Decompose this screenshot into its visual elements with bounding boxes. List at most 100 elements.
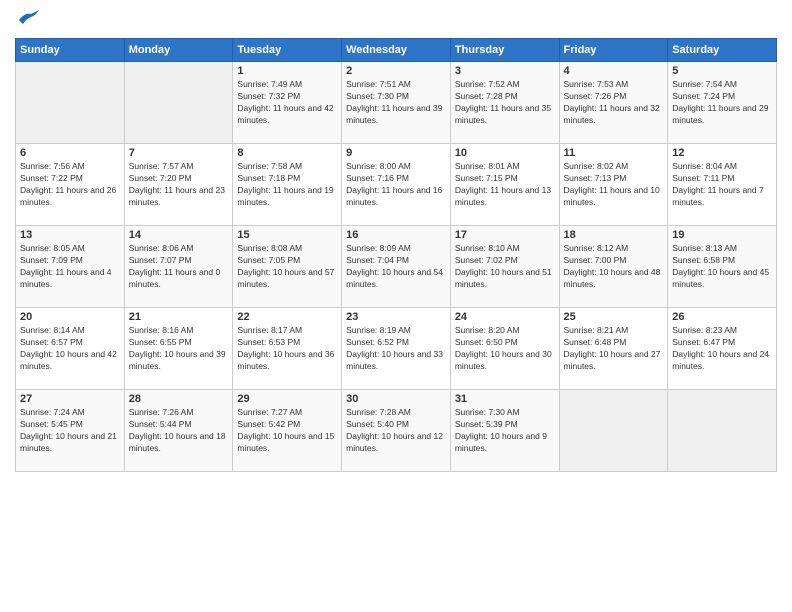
calendar-cell: 22Sunrise: 8:17 AMSunset: 6:53 PMDayligh… <box>233 308 342 390</box>
col-header-wednesday: Wednesday <box>342 39 451 62</box>
day-number: 23 <box>346 311 446 323</box>
col-header-thursday: Thursday <box>450 39 559 62</box>
calendar-cell <box>559 390 668 472</box>
calendar-cell: 16 Sunrise: 8:09 AMSunset: 7:04 PMDayligh… <box>342 226 451 308</box>
cell-info: Sunrise: 8:21 AMSunset: 6:48 PMDaylight:… <box>564 325 664 373</box>
cell-info: Sunrise: 8:00 AMSunset: 7:16 PMDaylight:… <box>346 161 446 209</box>
calendar-cell: 2 Sunrise: 7:51 AMSunset: 7:30 PMDaylight… <box>342 62 451 144</box>
cell-info: Sunrise: 7:26 AMSunset: 5:44 PMDaylight:… <box>129 407 229 455</box>
day-number: 22 <box>237 311 337 323</box>
calendar-cell: 10Sunrise: 8:01 AMSunset: 7:15 PMDayligh… <box>450 144 559 226</box>
day-number: 26 <box>672 311 772 323</box>
cell-info: Sunrise: 7:24 AMSunset: 5:45 PMDaylight:… <box>20 407 120 455</box>
day-number: 1 <box>237 65 337 77</box>
cell-info: Sunrise: 8:02 AMSunset: 7:13 PMDaylight:… <box>564 161 664 209</box>
calendar-cell: 9 Sunrise: 8:00 AMSunset: 7:16 PMDaylight… <box>342 144 451 226</box>
cell-info: Sunrise: 7:49 AMSunset: 7:32 PMDaylight:… <box>237 79 337 127</box>
day-number: 18 <box>564 229 664 241</box>
calendar-cell: 27 Sunrise: 7:24 AMSunset: 5:45 PMDayligh… <box>16 390 125 472</box>
day-number: 27 <box>20 393 120 405</box>
cell-info: Sunrise: 7:53 AMSunset: 7:26 PMDaylight:… <box>564 79 664 127</box>
cell-info: Sunrise: 8:06 AMSunset: 7:07 PMDaylight:… <box>129 243 229 291</box>
col-header-monday: Monday <box>124 39 233 62</box>
calendar-cell: 13Sunrise: 8:05 AMSunset: 7:09 PMDayligh… <box>16 226 125 308</box>
day-number: 6 <box>20 147 120 159</box>
week-row-1: 1 Sunrise: 7:49 AMSunset: 7:32 PMDaylight… <box>16 62 777 144</box>
day-number: 25 <box>564 311 664 323</box>
week-row-2: 6 Sunrise: 7:56 AMSunset: 7:22 PMDaylight… <box>16 144 777 226</box>
calendar-cell: 8 Sunrise: 7:58 AMSunset: 7:18 PMDaylight… <box>233 144 342 226</box>
col-header-sunday: Sunday <box>16 39 125 62</box>
day-number: 9 <box>346 147 446 159</box>
calendar-cell: 1 Sunrise: 7:49 AMSunset: 7:32 PMDaylight… <box>233 62 342 144</box>
calendar-cell: 18Sunrise: 8:12 AMSunset: 7:00 PMDayligh… <box>559 226 668 308</box>
calendar-cell: 12Sunrise: 8:04 AMSunset: 7:11 PMDayligh… <box>668 144 777 226</box>
cell-info: Sunrise: 8:08 AMSunset: 7:05 PMDaylight:… <box>237 243 337 291</box>
cell-info: Sunrise: 7:30 AMSunset: 5:39 PMDaylight:… <box>455 407 555 455</box>
col-header-saturday: Saturday <box>668 39 777 62</box>
calendar-cell: 21 Sunrise: 8:16 AMSunset: 6:55 PMDayligh… <box>124 308 233 390</box>
logo-bird-icon <box>17 10 39 26</box>
calendar-cell <box>124 62 233 144</box>
day-number: 19 <box>672 229 772 241</box>
calendar-cell: 11 Sunrise: 8:02 AMSunset: 7:13 PMDayligh… <box>559 144 668 226</box>
day-number: 28 <box>129 393 229 405</box>
calendar-cell: 4 Sunrise: 7:53 AMSunset: 7:26 PMDaylight… <box>559 62 668 144</box>
day-number: 2 <box>346 65 446 77</box>
day-number: 30 <box>346 393 446 405</box>
week-row-4: 20 Sunrise: 8:14 AMSunset: 6:57 PMDayligh… <box>16 308 777 390</box>
calendar-cell: 31 Sunrise: 7:30 AMSunset: 5:39 PMDayligh… <box>450 390 559 472</box>
cell-info: Sunrise: 7:28 AMSunset: 5:40 PMDaylight:… <box>346 407 446 455</box>
day-number: 12 <box>672 147 772 159</box>
calendar-cell: 20 Sunrise: 8:14 AMSunset: 6:57 PMDayligh… <box>16 308 125 390</box>
calendar-table: SundayMondayTuesdayWednesdayThursdayFrid… <box>15 38 777 472</box>
cell-info: Sunrise: 8:19 AMSunset: 6:52 PMDaylight:… <box>346 325 446 373</box>
day-number: 21 <box>129 311 229 323</box>
calendar-cell: 15 Sunrise: 8:08 AMSunset: 7:05 PMDayligh… <box>233 226 342 308</box>
calendar-cell <box>668 390 777 472</box>
cell-info: Sunrise: 8:16 AMSunset: 6:55 PMDaylight:… <box>129 325 229 373</box>
cell-info: Sunrise: 8:09 AMSunset: 7:04 PMDaylight:… <box>346 243 446 291</box>
week-row-3: 13Sunrise: 8:05 AMSunset: 7:09 PMDayligh… <box>16 226 777 308</box>
cell-info: Sunrise: 8:20 AMSunset: 6:50 PMDaylight:… <box>455 325 555 373</box>
day-number: 31 <box>455 393 555 405</box>
cell-info: Sunrise: 7:58 AMSunset: 7:18 PMDaylight:… <box>237 161 337 209</box>
cell-info: Sunrise: 8:14 AMSunset: 6:57 PMDaylight:… <box>20 325 120 373</box>
header <box>15 10 777 30</box>
cell-info: Sunrise: 8:10 AMSunset: 7:02 PMDaylight:… <box>455 243 555 291</box>
calendar-cell <box>16 62 125 144</box>
calendar-cell: 30 Sunrise: 7:28 AMSunset: 5:40 PMDayligh… <box>342 390 451 472</box>
calendar-cell: 25 Sunrise: 8:21 AMSunset: 6:48 PMDayligh… <box>559 308 668 390</box>
day-number: 3 <box>455 65 555 77</box>
cell-info: Sunrise: 7:51 AMSunset: 7:30 PMDaylight:… <box>346 79 446 127</box>
calendar-cell: 26 Sunrise: 8:23 AMSunset: 6:47 PMDayligh… <box>668 308 777 390</box>
cell-info: Sunrise: 8:23 AMSunset: 6:47 PMDaylight:… <box>672 325 772 373</box>
day-number: 11 <box>564 147 664 159</box>
cell-info: Sunrise: 7:56 AMSunset: 7:22 PMDaylight:… <box>20 161 120 209</box>
cell-info: Sunrise: 8:05 AMSunset: 7:09 PMDaylight:… <box>20 243 120 291</box>
day-number: 17 <box>455 229 555 241</box>
cell-info: Sunrise: 7:57 AMSunset: 7:20 PMDaylight:… <box>129 161 229 209</box>
calendar-cell: 14 Sunrise: 8:06 AMSunset: 7:07 PMDayligh… <box>124 226 233 308</box>
day-number: 8 <box>237 147 337 159</box>
page: SundayMondayTuesdayWednesdayThursdayFrid… <box>0 0 792 612</box>
header-row: SundayMondayTuesdayWednesdayThursdayFrid… <box>16 39 777 62</box>
logo <box>15 10 39 30</box>
day-number: 7 <box>129 147 229 159</box>
day-number: 15 <box>237 229 337 241</box>
cell-info: Sunrise: 8:01 AMSunset: 7:15 PMDaylight:… <box>455 161 555 209</box>
calendar-cell: 5Sunrise: 7:54 AMSunset: 7:24 PMDaylight… <box>668 62 777 144</box>
calendar-cell: 6 Sunrise: 7:56 AMSunset: 7:22 PMDaylight… <box>16 144 125 226</box>
day-number: 16 <box>346 229 446 241</box>
day-number: 20 <box>20 311 120 323</box>
calendar-cell: 19 Sunrise: 8:13 AMSunset: 6:58 PMDayligh… <box>668 226 777 308</box>
day-number: 4 <box>564 65 664 77</box>
calendar-cell: 3Sunrise: 7:52 AMSunset: 7:28 PMDaylight… <box>450 62 559 144</box>
cell-info: Sunrise: 8:13 AMSunset: 6:58 PMDaylight:… <box>672 243 772 291</box>
day-number: 24 <box>455 311 555 323</box>
calendar-cell: 28 Sunrise: 7:26 AMSunset: 5:44 PMDayligh… <box>124 390 233 472</box>
day-number: 14 <box>129 229 229 241</box>
calendar-cell: 29Sunrise: 7:27 AMSunset: 5:42 PMDayligh… <box>233 390 342 472</box>
col-header-friday: Friday <box>559 39 668 62</box>
day-number: 5 <box>672 65 772 77</box>
